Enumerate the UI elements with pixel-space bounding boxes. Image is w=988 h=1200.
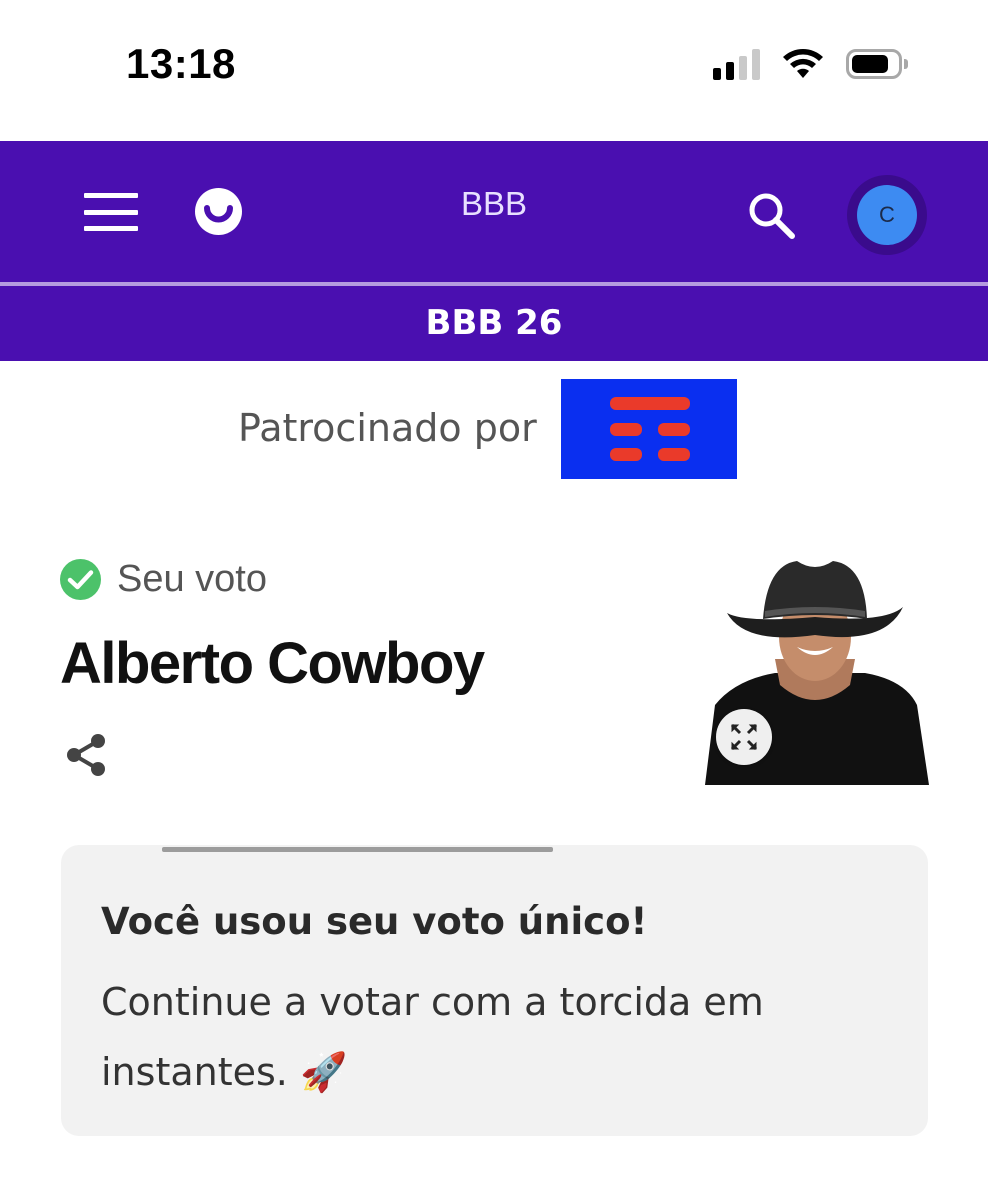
expand-icon[interactable]: [716, 709, 772, 765]
card-progress-bar: [162, 847, 553, 852]
sponsor-logo[interactable]: [561, 379, 737, 479]
avatar[interactable]: C: [857, 185, 917, 245]
wifi-icon: [783, 49, 823, 78]
app-header: BBB C: [0, 141, 988, 282]
share-icon[interactable]: [64, 732, 108, 778]
info-card: Você usou seu voto único! Continue a vot…: [61, 845, 928, 1136]
status-time: 13:18: [126, 40, 236, 87]
cellular-signal-icon: [713, 48, 760, 80]
info-card-message: Continue a votar com a torcida em instan…: [101, 980, 764, 1094]
candidate-name: Alberto Cowboy: [60, 631, 485, 696]
vote-status-label: Seu voto: [117, 558, 267, 600]
search-icon[interactable]: [747, 191, 797, 241]
header-title: BBB: [460, 185, 528, 222]
battery-icon: [846, 49, 908, 79]
info-card-text: Continue a votar com a torcida em instan…: [101, 967, 861, 1107]
check-circle-icon: [60, 559, 101, 600]
subnav-bbb26[interactable]: BBB 26: [0, 286, 988, 361]
status-bar: 13:18: [0, 0, 988, 140]
info-card-title: Você usou seu voto único!: [101, 900, 648, 943]
avatar-ring: C: [847, 175, 927, 255]
sponsor-label: Patrocinado por: [238, 406, 537, 450]
rocket-icon: 🚀: [299, 1050, 348, 1094]
status-icons: [713, 48, 908, 80]
